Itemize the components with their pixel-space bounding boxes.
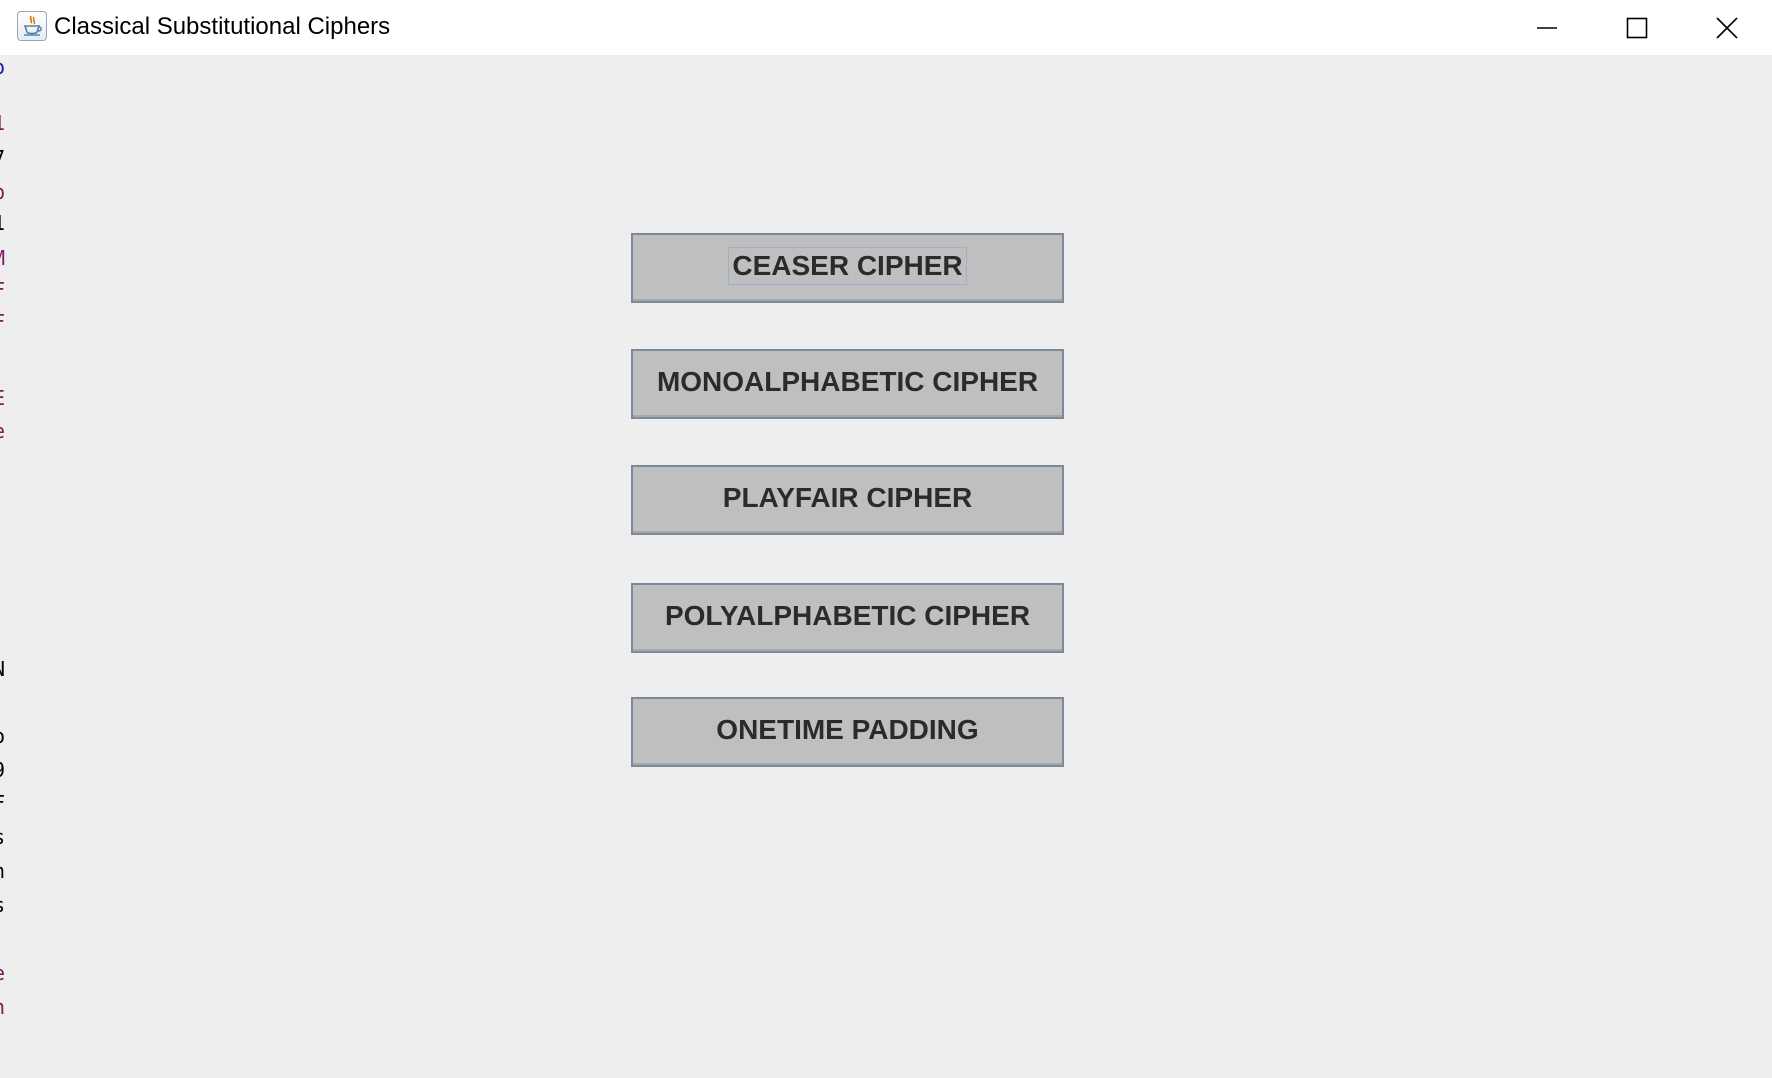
background-text-fragment: 1 [0, 213, 5, 233]
app-window: Classical Substitutional Ciphers o 1 7 p… [0, 0, 1772, 1078]
background-text-fragment: E [0, 388, 5, 408]
background-text-fragment: s [0, 895, 5, 915]
monoalphabetic-cipher-label: MONOALPHABETIC CIPHER [656, 366, 1039, 397]
minimize-icon [1537, 26, 1557, 29]
maximize-icon [1626, 17, 1648, 38]
background-text-fragment: 1 [0, 113, 5, 133]
background-text-fragment: F [0, 793, 5, 813]
playfair-cipher-label: PLAYFAIR CIPHER [722, 482, 973, 513]
caesar-cipher-label: CEASER CIPHER [728, 247, 967, 285]
playfair-cipher-button[interactable]: PLAYFAIR CIPHER [631, 465, 1064, 535]
background-window-edge: o 1 7 p 1 M F F E e N o 9 F s n s e n [0, 55, 5, 1078]
window-title: Classical Substitutional Ciphers [54, 13, 391, 40]
maximize-button[interactable] [1592, 0, 1682, 55]
onetime-padding-label: ONETIME PADDING [716, 714, 979, 745]
caesar-cipher-button[interactable]: CEASER CIPHER [631, 233, 1064, 303]
background-text-fragment: n [0, 997, 5, 1017]
monoalphabetic-cipher-button[interactable]: MONOALPHABETIC CIPHER [631, 349, 1064, 419]
background-text-fragment: 9 [0, 760, 5, 780]
minimize-button[interactable] [1502, 0, 1592, 55]
background-text-fragment: N [0, 659, 5, 679]
background-text-fragment: o [0, 726, 5, 746]
background-text-fragment: F [0, 312, 5, 332]
close-icon [1716, 16, 1738, 39]
background-text-fragment: s [0, 827, 5, 847]
background-text-fragment: e [0, 421, 5, 441]
background-text-fragment: p [0, 182, 5, 202]
polyalphabetic-cipher-label: POLYALPHABETIC CIPHER [664, 600, 1031, 631]
background-text-fragment: e [0, 963, 5, 983]
java-coffee-cup-icon[interactable] [17, 11, 47, 41]
background-text-fragment: M [0, 248, 5, 268]
close-button[interactable] [1682, 0, 1772, 55]
background-text-fragment: n [0, 861, 5, 881]
polyalphabetic-cipher-button[interactable]: POLYALPHABETIC CIPHER [631, 583, 1064, 653]
background-text-fragment: 7 [0, 148, 5, 168]
background-text-fragment: o [0, 57, 5, 77]
onetime-padding-button[interactable]: ONETIME PADDING [631, 697, 1064, 767]
background-text-fragment: F [0, 280, 5, 300]
title-bar[interactable]: Classical Substitutional Ciphers [0, 0, 1772, 55]
